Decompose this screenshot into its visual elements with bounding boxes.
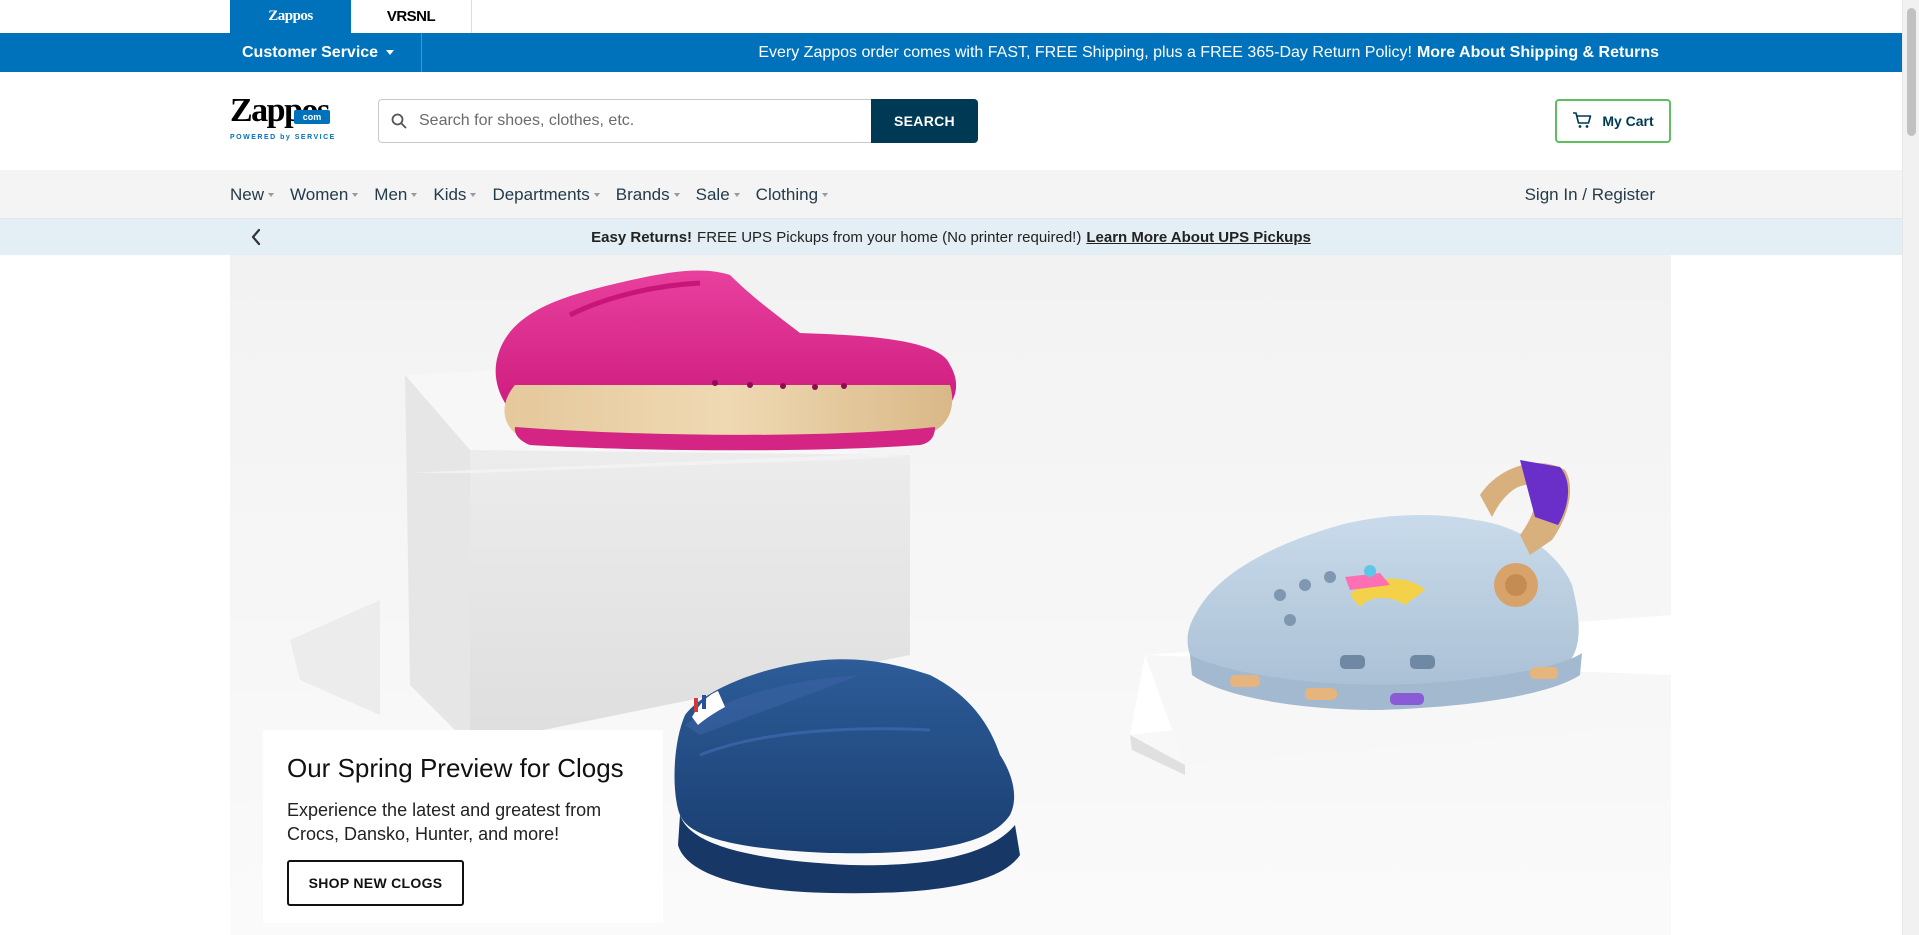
nav-item-kids[interactable]: Kids	[433, 184, 477, 205]
shop-new-clogs-button[interactable]: SHOP NEW CLOGS	[287, 860, 464, 906]
my-cart-label: My Cart	[1602, 113, 1654, 129]
hero-subtitle: Experience the latest and greatest from …	[287, 800, 602, 844]
nav-item-label: Kids	[433, 184, 467, 204]
floor-shadow	[290, 600, 380, 715]
promo-bold: Easy Returns!	[591, 228, 693, 246]
customer-service-button[interactable]: Customer Service	[230, 33, 422, 72]
nav-item-label: Brands	[615, 184, 670, 204]
cart-icon	[1572, 111, 1592, 132]
logo-tagline: POWERED by SERVICE	[230, 134, 336, 141]
zappos-logo[interactable]: Zappos com POWERED by SERVICE	[230, 94, 345, 148]
nav-item-label: Men	[374, 184, 408, 204]
nav-item-label: Sale	[695, 184, 730, 204]
chevron-down-icon	[411, 192, 418, 197]
shipping-info-bar: Customer Service Every Zappos order come…	[0, 33, 1902, 72]
chevron-down-icon	[733, 192, 740, 197]
scrollbar-thumb[interactable]	[1907, 8, 1916, 136]
search-button[interactable]: SEARCH	[871, 99, 978, 143]
site-tab-zappos[interactable]: Zappos	[230, 0, 351, 33]
shipping-returns-link[interactable]: More About Shipping & Returns	[1417, 44, 1659, 62]
nav-item-clothing[interactable]: Clothing	[755, 184, 829, 205]
navy-clog-image	[674, 659, 1020, 894]
pink-clog-image	[495, 270, 957, 451]
hero-banner[interactable]: Our Spring Preview for Clogs Experience …	[230, 255, 1671, 935]
site-switcher: Zappos VRSNL	[0, 0, 1902, 33]
customer-service-label: Customer Service	[242, 43, 379, 61]
chevron-down-icon	[268, 192, 275, 197]
site-tab-vrsnl[interactable]: VRSNL	[351, 0, 472, 33]
chevron-down-icon	[470, 192, 477, 197]
my-cart-button[interactable]: My Cart	[1555, 99, 1671, 143]
nav-item-label: New	[230, 184, 265, 204]
promo-banner: Easy Returns! FREE UPS Pickups from your…	[0, 219, 1902, 255]
page: Zappos VRSNL Customer Service Every Zapp…	[0, 0, 1919, 935]
search-icon	[379, 113, 419, 129]
promo-text: Easy Returns! FREE UPS Pickups from your…	[0, 219, 1902, 255]
nav-item-women[interactable]: Women	[290, 184, 359, 205]
logo-badge: com	[294, 110, 330, 124]
nav-item-new[interactable]: New	[230, 184, 275, 205]
promo-message: FREE UPS Pickups from your home (No prin…	[697, 228, 1082, 246]
nav-item-label: Clothing	[755, 184, 819, 204]
nav-item-label: Departments	[492, 184, 590, 204]
nav-item-men[interactable]: Men	[374, 184, 418, 205]
site-header: Zappos com POWERED by SERVICE SEARCH My …	[0, 72, 1902, 170]
ups-pickups-link[interactable]: Learn More About UPS Pickups	[1086, 229, 1310, 246]
zappos-mini-logo: Zappos	[268, 8, 313, 24]
chevron-down-icon	[593, 192, 600, 197]
nav-item-brands[interactable]: Brands	[616, 185, 680, 205]
nav-item-departments[interactable]: Departments	[492, 184, 600, 205]
shipping-message-text: Every Zappos order comes with FAST, FREE…	[758, 43, 1412, 61]
chevron-down-icon	[352, 192, 359, 197]
chevron-down-icon	[386, 50, 395, 55]
sign-in-register-link[interactable]: Sign In / Register	[1525, 170, 1655, 219]
nav-item-sale[interactable]: Sale	[696, 185, 740, 205]
chevron-left-icon[interactable]	[250, 228, 262, 251]
shipping-message: Every Zappos order comes with FAST, FREE…	[758, 33, 1659, 72]
page-scrollbar[interactable]	[1902, 0, 1919, 935]
nav-item-label: Women	[290, 184, 349, 204]
main-nav: New Women Men Kids Departments Brands Sa…	[0, 170, 1902, 219]
light-blue-clog-image	[1187, 460, 1582, 710]
search-box	[378, 99, 872, 143]
vrsnl-logo: VRSNL	[386, 8, 436, 25]
chevron-down-icon	[673, 192, 680, 197]
search-input[interactable]	[419, 112, 859, 130]
hero-card: Our Spring Preview for Clogs Experience …	[263, 730, 663, 923]
chevron-down-icon	[822, 192, 829, 197]
hero-title: Our Spring Preview for Clogs	[287, 753, 624, 783]
